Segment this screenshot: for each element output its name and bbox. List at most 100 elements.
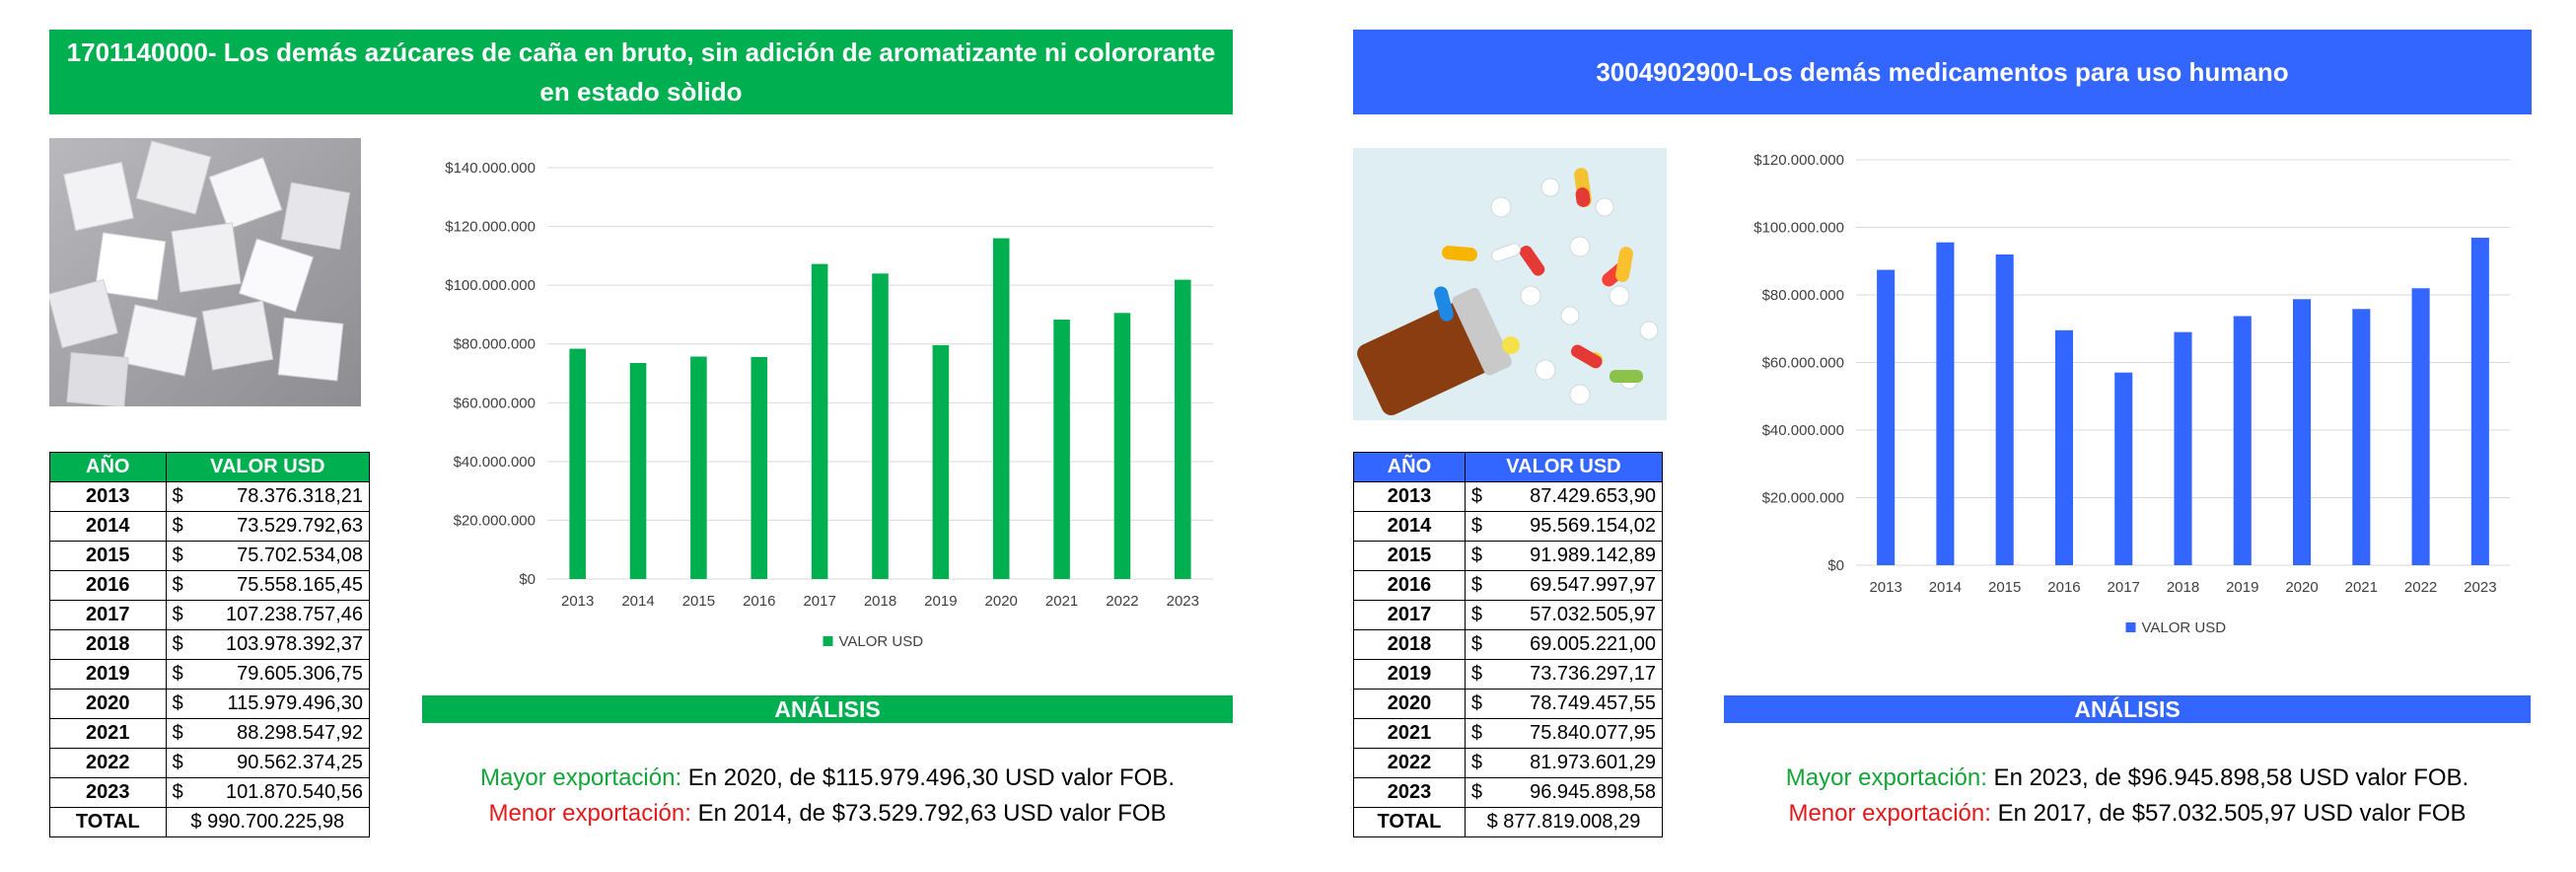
max-label: Mayor exportación: [480,764,682,791]
year-cell: 2016 [1353,570,1466,601]
value-cell: $101.870.540,56 [165,777,371,808]
medicine-analysis-max: Mayor exportación: En 2023, de $96.945.8… [1724,763,2531,793]
value-cell: $75.558.165,45 [165,570,371,601]
year-cell: 2022 [1353,748,1466,778]
table-row: 2020 $78.749.457,55 [1353,689,1664,719]
y-tick-label: $120.000.000 [1753,152,1844,169]
value-amount: 81.973.601,29 [1530,752,1656,773]
bar [1113,313,1131,579]
table-row: 2013 $87.429.653,90 [1353,481,1664,512]
medicine-title-banner: 3004902900-Los demás medicamentos para u… [1353,30,2532,114]
legend-label: VALOR USD [839,633,924,650]
year-cell: 2023 [49,777,167,808]
value-cell: $96.945.898,58 [1464,777,1664,808]
value-amount: 96.945.898,58 [1530,781,1656,803]
value-cell: $81.973.601,29 [1464,748,1664,778]
value-amount: 73.736.297,17 [1530,663,1656,685]
bar [1175,279,1191,579]
bar [751,356,768,579]
table-row: 2014 $95.569.154,02 [1353,511,1664,542]
year-cell: 2021 [49,718,167,749]
value-cell: $90.562.374,25 [165,748,371,778]
table-row: 2017 $107.238.757,46 [49,600,371,630]
year-cell: 2022 [49,748,167,778]
value-amount: 115.979.496,30 [227,692,363,714]
value-amount: 107.238.757,46 [225,604,363,625]
value-amount: 78.376.318,21 [237,485,363,507]
x-tick-label: 2016 [743,593,775,610]
bar [1877,269,1896,565]
y-tick-label: $40.000.000 [454,454,536,471]
table-row: 2013 $78.376.318,21 [49,481,371,512]
x-tick-label: 2021 [2345,579,2378,596]
table-row: 2023 $101.870.540,56 [49,777,371,808]
currency-symbol: $ [172,752,183,773]
currency-symbol: $ [1470,545,1483,566]
table-row: 2023 $96.945.898,58 [1353,777,1664,808]
sugar-analysis-heading: ANÁLISIS [422,695,1233,723]
currency-symbol: $ [172,485,183,507]
value-cell: $95.569.154,02 [1464,511,1664,542]
currency-symbol: $ [1470,515,1483,537]
value-amount: 101.870.540,56 [225,781,363,803]
total-row: TOTAL $ 877.819.008,29 [1353,807,1664,837]
year-cell: 2013 [49,481,167,512]
value-cell: $88.298.547,92 [165,718,371,749]
bar [2470,237,2489,565]
value-cell: $78.749.457,55 [1464,689,1664,719]
medicine-title: 3004902900-Los demás medicamentos para u… [1596,57,2289,87]
x-tick-label: 2017 [803,593,835,610]
table-row: 2019 $79.605.306,75 [49,659,371,690]
y-tick-label: $80.000.000 [1762,287,1844,304]
currency-symbol: $ [172,604,183,625]
currency-symbol: $ [172,722,183,744]
min-text: En 2014, de $73.529.792,63 USD valor FOB [690,800,1167,827]
value-amount: 73.529.792,63 [237,515,363,537]
table-row: 2015 $75.702.534,08 [49,541,371,571]
value-amount: 95.569.154,02 [1530,515,1656,537]
bar [2174,331,2192,565]
bar [2233,316,2252,565]
pills-image [1353,148,1667,420]
table-row: 2018 $103.978.392,37 [49,629,371,660]
total-label: TOTAL [49,807,167,837]
value-cell: $79.605.306,75 [165,659,371,690]
x-tick-label: 2022 [2404,579,2437,596]
table-row: 2021 $88.298.547,92 [49,718,371,749]
value-amount: 90.562.374,25 [237,752,363,773]
legend-swatch [823,636,833,646]
value-cell: $91.989.142,89 [1464,541,1664,571]
value-cell: $75.840.077,95 [1464,718,1664,749]
table-row: 2015 $91.989.142,89 [1353,541,1664,571]
value-cell: $69.005.221,00 [1464,629,1664,660]
year-cell: 2014 [1353,511,1466,542]
value-amount: 87.429.653,90 [1530,485,1656,507]
value-cell: $103.978.392,37 [165,629,371,660]
x-tick-label: 2019 [924,593,957,610]
currency-symbol: $ [1470,574,1483,596]
year-cell: 2020 [49,689,167,719]
currency-symbol: $ [1470,752,1483,773]
year-cell: 2015 [49,541,167,571]
x-tick-label: 2018 [864,593,896,610]
x-tick-label: 2014 [621,593,654,610]
x-tick-label: 2023 [2464,579,2496,596]
value-amount: 69.005.221,00 [1530,633,1656,655]
y-tick-label: $100.000.000 [445,277,536,294]
medicine-analysis-min: Menor exportación: En 2017, de $57.032.5… [1724,799,2531,829]
table-row: 2021 $75.840.077,95 [1353,718,1664,749]
currency-symbol: $ [172,663,183,685]
total-value: $ 877.819.008,29 [1464,807,1664,837]
bar [629,362,647,579]
year-cell: 2019 [1353,659,1466,690]
value-cell: $57.032.505,97 [1464,600,1664,630]
value-amount: 75.840.077,95 [1530,722,1656,744]
sugar-title-banner: 1701140000- Los demás azúcares de caña e… [49,30,1233,114]
value-amount: 69.547.997,97 [1530,574,1656,596]
value-cell: $73.529.792,63 [165,511,371,542]
bar [2114,372,2133,565]
y-tick-label: $0 [1827,557,1844,574]
value-cell: $115.979.496,30 [165,689,371,719]
bar [872,273,889,579]
value-amount: 57.032.505,97 [1530,604,1656,625]
